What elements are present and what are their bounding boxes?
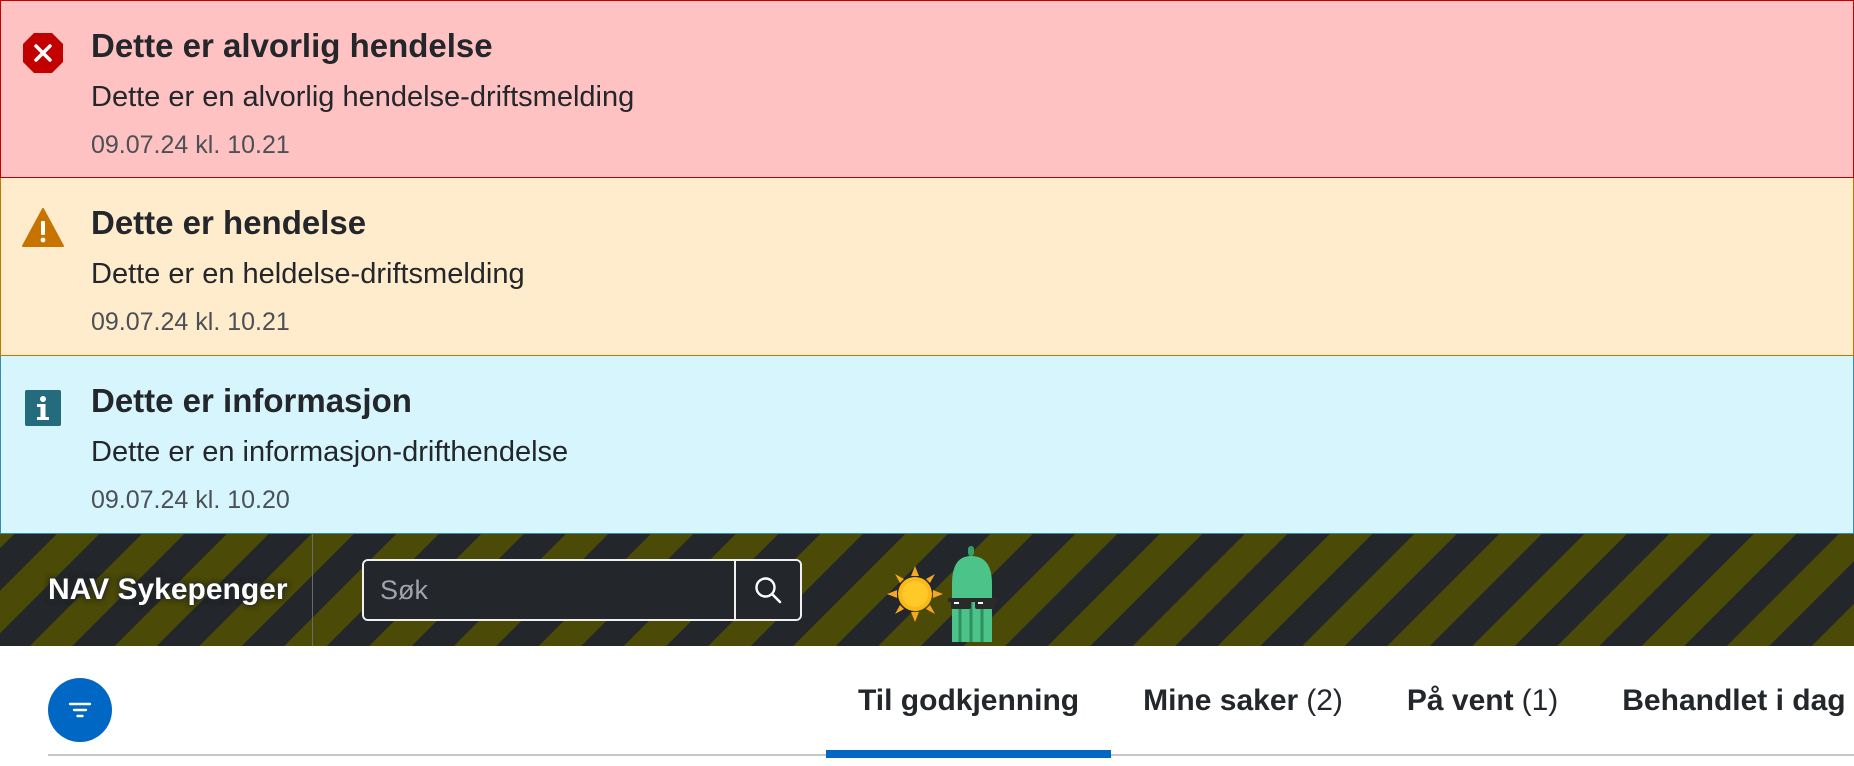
warning-triangle-icon [22,208,64,247]
error-octagon-icon [23,33,63,73]
search-input[interactable] [364,561,734,619]
alert-timestamp: 09.07.24 kl. 10.20 [91,486,290,514]
tab-behandlet-i-dag[interactable]: Behandlet i dag [1590,646,1854,756]
alert-message: Dette er en informasjon-drifthendelse [91,436,569,468]
sun-cactus-mascot-icon [887,546,998,642]
search-icon [755,577,782,604]
alert-info: Dette er informasjon Dette er en informa… [0,356,1854,534]
filter-icon [68,702,92,718]
cactus-icon [948,546,998,642]
tab-mine-saker[interactable]: Mine saker (2) [1111,646,1375,756]
search-button[interactable] [734,561,800,619]
alert-message: Dette er en heldelse-driftsmelding [91,258,525,290]
alert-timestamp: 09.07.24 kl. 10.21 [91,131,290,159]
search-box [362,559,802,621]
app-header: NAV Sykepenger [0,534,1854,646]
sun-icon [887,566,943,622]
alert-title: Dette er alvorlig hendelse [91,27,493,64]
tab-list: Til godkjenning Mine saker (2) På vent (… [826,646,1854,758]
alert-title: Dette er informasjon [91,382,412,419]
tab-count: (2) [1306,684,1343,717]
tab-label: På vent [1406,684,1514,717]
alert-title: Dette er hendelse [91,204,367,241]
info-square-icon [25,390,61,426]
alert-warning: Dette er hendelse Dette er en heldelse-d… [0,178,1854,356]
oppgave-toolbar: Til godkjenning Mine saker (2) På vent (… [0,646,1854,758]
tab-label: Behandlet i dag [1622,684,1846,717]
alert-message: Dette er en alvorlig hendelse-driftsmeld… [91,81,635,113]
tab-label: Til godkjenning [858,684,1080,717]
alert-error: Dette er alvorlig hendelse Dette er en a… [0,0,1854,178]
tab-label: Mine saker [1143,684,1299,717]
alert-timestamp: 09.07.24 kl. 10.21 [91,308,290,336]
tab-til-godkjenning[interactable]: Til godkjenning [826,646,1112,758]
app-brand-link[interactable]: NAV Sykepenger [48,573,288,607]
filter-button[interactable] [48,678,112,742]
tab-count: (1) [1521,684,1559,717]
tab-paa-vent[interactable]: På vent (1) [1375,646,1590,756]
brand-block: NAV Sykepenger [0,534,313,646]
